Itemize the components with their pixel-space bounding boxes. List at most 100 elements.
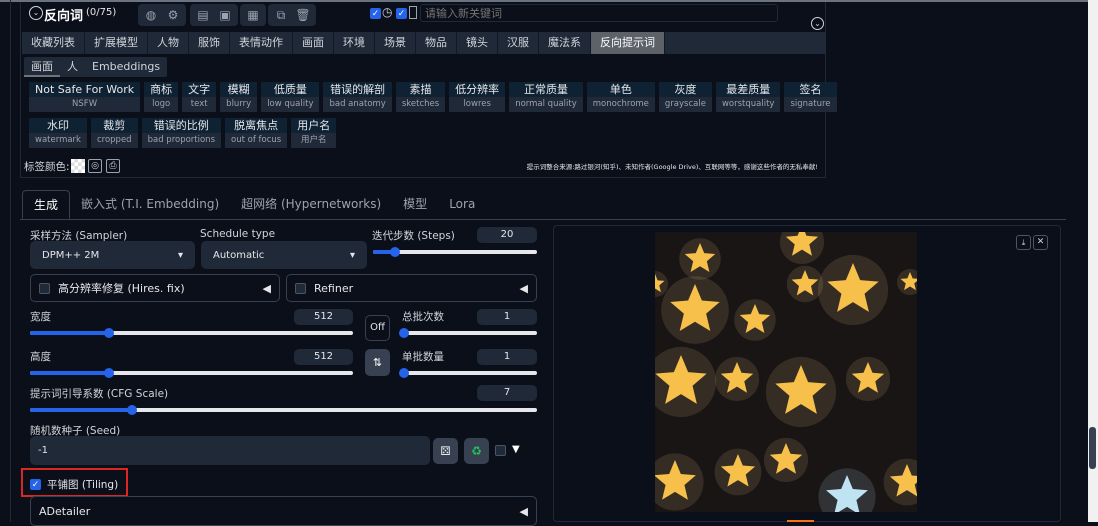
main-tab[interactable]: 超网络 (Hypernetworks) xyxy=(230,190,392,219)
tag-button[interactable]: Not Safe For Work NSFW xyxy=(29,82,141,112)
tag-button[interactable]: 灰度 grayscale xyxy=(658,82,712,112)
slider-fill xyxy=(30,408,132,412)
tag-label: 单色 xyxy=(586,82,655,97)
category-tab[interactable]: 汉服 xyxy=(498,32,539,54)
seed-input[interactable]: -1 xyxy=(30,436,430,465)
copy-icon[interactable]: ⧉ xyxy=(270,5,292,25)
slider-handle[interactable] xyxy=(390,247,401,257)
category-tab[interactable]: 收藏列表 xyxy=(22,32,85,54)
color-swatch[interactable] xyxy=(71,159,85,173)
expand-chevron-icon[interactable]: ⌄ xyxy=(811,17,824,30)
cfg-input[interactable]: 7 xyxy=(477,385,537,401)
slider-handle[interactable] xyxy=(127,405,138,415)
cfg-slider[interactable] xyxy=(30,405,537,415)
document-icon[interactable]: ▤ xyxy=(192,5,214,25)
tag-button[interactable]: 裁剪 cropped xyxy=(90,118,138,148)
tag-button[interactable]: 签名 signature xyxy=(784,82,837,112)
divider xyxy=(10,0,11,522)
refiner-accordion[interactable]: Refiner ◀ xyxy=(286,274,537,302)
batch-size-input[interactable]: 1 xyxy=(477,349,537,365)
category-tab[interactable]: 人物 xyxy=(148,32,189,54)
random-seed-button[interactable]: ⚄ xyxy=(433,438,458,464)
category-tab[interactable]: 服饰 xyxy=(189,32,230,54)
tag-button[interactable]: 素描 sketches xyxy=(395,82,446,112)
tiling-label: 平铺图 (Tiling) xyxy=(47,479,119,491)
tag-label: 签名 xyxy=(784,82,837,97)
category-tab[interactable]: 镜头 xyxy=(457,32,498,54)
tag-button[interactable]: 脱离焦点 out of focus xyxy=(225,118,288,148)
reuse-seed-button[interactable]: ♻ xyxy=(464,438,489,464)
gear-icon[interactable]: ⚙ xyxy=(162,5,184,25)
category-tab[interactable]: 环境 xyxy=(334,32,375,54)
close-icon[interactable]: ✕ xyxy=(1033,235,1048,250)
generated-image[interactable] xyxy=(655,232,917,512)
slider-handle[interactable] xyxy=(103,368,114,378)
batch-count-input[interactable]: 1 xyxy=(477,309,537,325)
tag-button[interactable]: 水印 watermark xyxy=(29,118,87,148)
tag-button[interactable]: 用户名 用户名 xyxy=(291,118,337,148)
option-checkbox-2[interactable]: ✓ xyxy=(396,8,407,19)
tag-button[interactable]: 低分辨率 lowres xyxy=(449,82,506,112)
category-tab[interactable]: 画面 xyxy=(293,32,334,54)
reset-icon[interactable]: ◎ xyxy=(88,159,102,173)
tag-button[interactable]: 文字 text xyxy=(182,82,217,112)
tag-button[interactable]: 商标 logo xyxy=(144,82,179,112)
tag-button[interactable]: 单色 monochrome xyxy=(586,82,655,112)
sub-tab[interactable]: 人 xyxy=(60,57,85,77)
translate-icon[interactable]: ▦ xyxy=(242,5,264,25)
main-tab[interactable]: 模型 xyxy=(392,190,438,219)
hires-checkbox[interactable] xyxy=(39,282,50,294)
width-slider[interactable] xyxy=(30,328,353,338)
tag-button[interactable]: 模糊 blurry xyxy=(220,82,258,112)
category-tab[interactable]: 扩展模型 xyxy=(85,32,148,54)
extra-seed-checkbox[interactable] xyxy=(495,445,506,456)
width-input[interactable]: 512 xyxy=(294,309,353,325)
batch-count-slider[interactable] xyxy=(399,328,537,338)
height-input[interactable]: 512 xyxy=(294,349,353,365)
aspect-lock-button[interactable]: Off xyxy=(365,315,390,341)
tag-button[interactable]: 错误的比例 bad proportions xyxy=(141,118,222,148)
sampler-select[interactable]: DPM++ 2M ▾ xyxy=(30,241,195,269)
tag-button[interactable]: 错误的解剖 bad anatomy xyxy=(323,82,392,112)
tag-button[interactable]: 最差质量 worstquality xyxy=(715,82,781,112)
hires-fix-accordion[interactable]: 高分辨率修复 (Hires. fix) ◀ xyxy=(30,274,280,302)
steps-input[interactable]: 20 xyxy=(477,227,537,243)
tag-value: 用户名 xyxy=(291,133,337,148)
dropdown-triangle-icon[interactable]: ▼ xyxy=(512,444,520,455)
bookmark-icon[interactable]: ▣ xyxy=(214,5,236,25)
main-tab[interactable]: Lora xyxy=(438,190,486,219)
category-tab[interactable]: 魔法系 xyxy=(539,32,591,54)
keyword-input[interactable] xyxy=(420,4,778,22)
batch-size-slider[interactable] xyxy=(399,368,537,378)
height-slider[interactable] xyxy=(30,368,353,378)
tiling-checkbox[interactable]: ✓ xyxy=(30,479,41,490)
refiner-checkbox[interactable] xyxy=(295,282,306,294)
page-scrollbar[interactable] xyxy=(1088,0,1098,522)
slider-handle[interactable] xyxy=(399,368,409,378)
tag-label: 脱离焦点 xyxy=(225,118,288,133)
tag-label: 水印 xyxy=(29,118,87,133)
tag-button[interactable]: 正常质量 normal quality xyxy=(509,82,583,112)
schedule-select[interactable]: Automatic ▾ xyxy=(201,241,367,269)
category-tab[interactable]: 场景 xyxy=(375,32,416,54)
category-tab[interactable]: 表情动作 xyxy=(230,32,293,54)
download-icon[interactable]: ⤓ xyxy=(1016,235,1031,250)
slider-handle[interactable] xyxy=(399,328,409,338)
collapse-chevron-icon[interactable]: ⌄ xyxy=(29,6,43,20)
slider-handle[interactable] xyxy=(103,328,114,338)
trash-icon[interactable]: 🗑 xyxy=(292,5,314,25)
sub-tab[interactable]: Embeddings xyxy=(85,57,167,77)
steps-slider[interactable] xyxy=(373,247,537,257)
category-tab[interactable]: 反向提示词 xyxy=(591,32,665,54)
print-icon[interactable]: ⎙ xyxy=(106,159,120,173)
sub-tab[interactable]: 画面 xyxy=(24,57,60,77)
swap-dimensions-button[interactable]: ⇅ xyxy=(365,349,390,376)
scroll-thumb[interactable] xyxy=(1089,427,1096,469)
main-tab[interactable]: 嵌入式 (T.I. Embedding) xyxy=(70,190,230,219)
main-tab[interactable]: 生成 xyxy=(22,190,71,219)
tag-value: bad anatomy xyxy=(323,97,392,112)
globe-icon[interactable]: ◍ xyxy=(140,5,162,25)
option-checkbox-1[interactable]: ✓ xyxy=(370,8,381,19)
tag-button[interactable]: 低质量 low quality xyxy=(261,82,320,112)
category-tab[interactable]: 物品 xyxy=(416,32,457,54)
